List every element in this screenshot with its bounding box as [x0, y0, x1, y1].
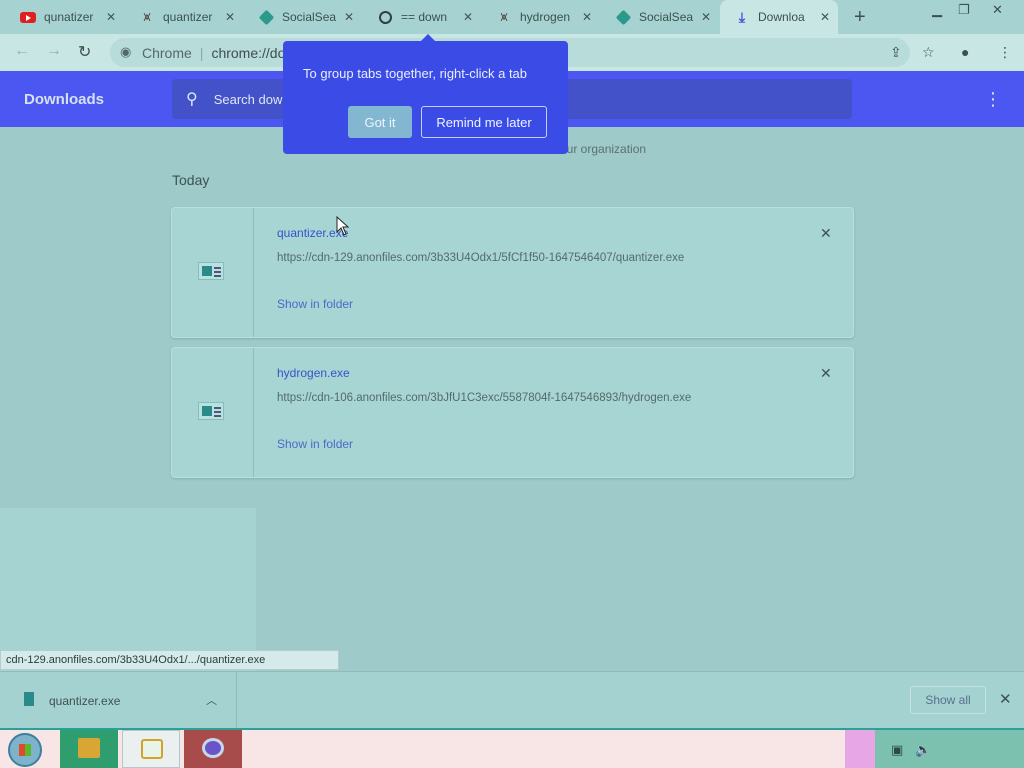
page-title: Downloads	[24, 91, 105, 108]
restore-icon[interactable]: ❐	[958, 2, 970, 18]
browser-menu-icon[interactable]: ⋮	[998, 44, 1012, 61]
minimize-icon[interactable]: ▁	[932, 2, 942, 18]
tab-close-icon[interactable]: ✕	[225, 10, 235, 24]
back-icon[interactable]: ←	[14, 42, 30, 60]
tab-qunatizer-youtube[interactable]: qunatizer ✕	[6, 0, 124, 34]
bookmark-star-icon[interactable]: ☆	[922, 44, 935, 61]
new-tab-button[interactable]: +	[854, 6, 866, 29]
shelf-file-name: quantizer.exe	[49, 694, 121, 708]
show-all-button[interactable]: Show all	[910, 686, 986, 714]
remove-download-icon[interactable]: ✕	[820, 365, 832, 382]
file-icon-column	[172, 208, 254, 337]
youtube-icon	[20, 9, 36, 25]
download-shelf: quantizer.exe ︿ Show all ✕	[0, 671, 1024, 729]
socialsea-icon	[615, 9, 631, 25]
taskbar-file-explorer[interactable]	[60, 730, 118, 768]
tab-title: quantizer	[163, 10, 213, 24]
show-in-folder-link[interactable]: Show in folder	[277, 437, 353, 451]
download-item: quantizer.exe https://cdn-129.anonfiles.…	[171, 207, 854, 338]
mouse-cursor-icon	[336, 216, 350, 236]
globe-icon	[377, 9, 393, 25]
executable-file-icon	[198, 402, 224, 420]
tab-hydrogen[interactable]: ⩙ hydrogen ✕	[482, 0, 600, 34]
profile-icon[interactable]: ●	[961, 44, 969, 60]
page-background-region	[0, 508, 256, 671]
tab-downloads[interactable]: ⤓ Downloa ✕	[720, 0, 838, 34]
url-text: chrome://do	[211, 44, 286, 61]
got-it-button[interactable]: Got it	[348, 106, 412, 138]
popup-message: To group tabs together, right-click a ta…	[303, 66, 528, 81]
download-source-url[interactable]: https://cdn-129.anonfiles.com/3b33U4Odx1…	[277, 252, 684, 264]
start-button[interactable]	[8, 733, 42, 767]
remind-me-later-button[interactable]: Remind me later	[421, 106, 547, 138]
taskbar-chrome[interactable]	[184, 730, 242, 768]
forward-icon[interactable]: →	[46, 42, 62, 60]
tab-title: SocialSea	[639, 10, 694, 24]
show-in-folder-link[interactable]: Show in folder	[277, 297, 353, 311]
tab-close-icon[interactable]: ✕	[463, 10, 473, 24]
tab-close-icon[interactable]: ✕	[344, 10, 354, 24]
tab-title: Downloa	[758, 10, 805, 24]
huggingface-icon: ⩙	[500, 9, 508, 24]
volume-icon[interactable]: 🔈	[915, 742, 931, 758]
date-section-label: Today	[172, 172, 210, 188]
tab-download-page[interactable]: == down ✕	[363, 0, 481, 34]
huggingface-icon: ⩙	[143, 9, 151, 24]
tab-close-icon[interactable]: ✕	[701, 10, 711, 24]
separator: |	[199, 44, 204, 61]
taskbar-media-player[interactable]	[122, 730, 180, 768]
tab-title: hydrogen	[520, 10, 571, 24]
tab-socialsea-2[interactable]: SocialSea ✕	[601, 0, 719, 34]
more-actions-icon[interactable]: ⋮	[984, 89, 1002, 110]
tab-title: == down	[401, 10, 448, 24]
socialsea-icon	[258, 9, 274, 25]
media-player-icon	[141, 739, 163, 759]
folder-icon	[78, 738, 100, 758]
remove-download-icon[interactable]: ✕	[820, 225, 832, 242]
share-icon[interactable]: ⇪	[890, 44, 902, 61]
managed-by-organization-text: our organization	[560, 142, 647, 156]
close-window-icon[interactable]: ✕	[992, 2, 1003, 18]
tab-socialsea[interactable]: SocialSea ✕	[244, 0, 362, 34]
file-icon	[24, 692, 34, 706]
tab-strip: qunatizer ✕ ⩙ quantizer ✕ SocialSea ✕ ==…	[0, 0, 1024, 34]
executable-file-icon	[198, 262, 224, 280]
download-source-url[interactable]: https://cdn-106.anonfiles.com/3bJfU1C3ex…	[277, 392, 691, 404]
tab-title: SocialSea	[282, 10, 337, 24]
download-item: hydrogen.exe https://cdn-106.anonfiles.c…	[171, 347, 854, 478]
site-label: Chrome	[142, 44, 192, 61]
chrome-icon	[202, 738, 224, 758]
tab-close-icon[interactable]: ✕	[582, 10, 592, 24]
system-tray: ▣ 🔈	[875, 730, 1024, 768]
download-file-name-link[interactable]: hydrogen.exe	[277, 366, 350, 380]
search-placeholder: Search dow	[213, 91, 283, 107]
tab-close-icon[interactable]: ✕	[106, 10, 116, 24]
tab-title: qunatizer	[44, 10, 94, 24]
close-shelf-icon[interactable]: ✕	[999, 690, 1012, 708]
file-icon-column	[172, 348, 254, 477]
show-hidden-icons[interactable]	[845, 730, 875, 768]
tab-quantizer[interactable]: ⩙ quantizer ✕	[125, 0, 243, 34]
shelf-download-item[interactable]: quantizer.exe ︿	[0, 672, 237, 729]
tab-close-icon[interactable]: ✕	[820, 10, 830, 24]
network-icon[interactable]: ▣	[891, 742, 903, 758]
link-status-bar: cdn-129.anonfiles.com/3b33U4Odx1/.../qua…	[0, 650, 339, 670]
reload-icon[interactable]: ↻	[78, 42, 91, 62]
tab-group-tip-popup: To group tabs together, right-click a ta…	[283, 41, 568, 154]
search-icon: ⚲	[186, 91, 198, 108]
download-icon: ⤓	[738, 8, 746, 25]
chevron-up-icon[interactable]: ︿	[206, 692, 217, 708]
windows-taskbar: ▣ 🔈	[0, 728, 1024, 768]
chrome-logo-icon: ◉	[120, 44, 132, 59]
